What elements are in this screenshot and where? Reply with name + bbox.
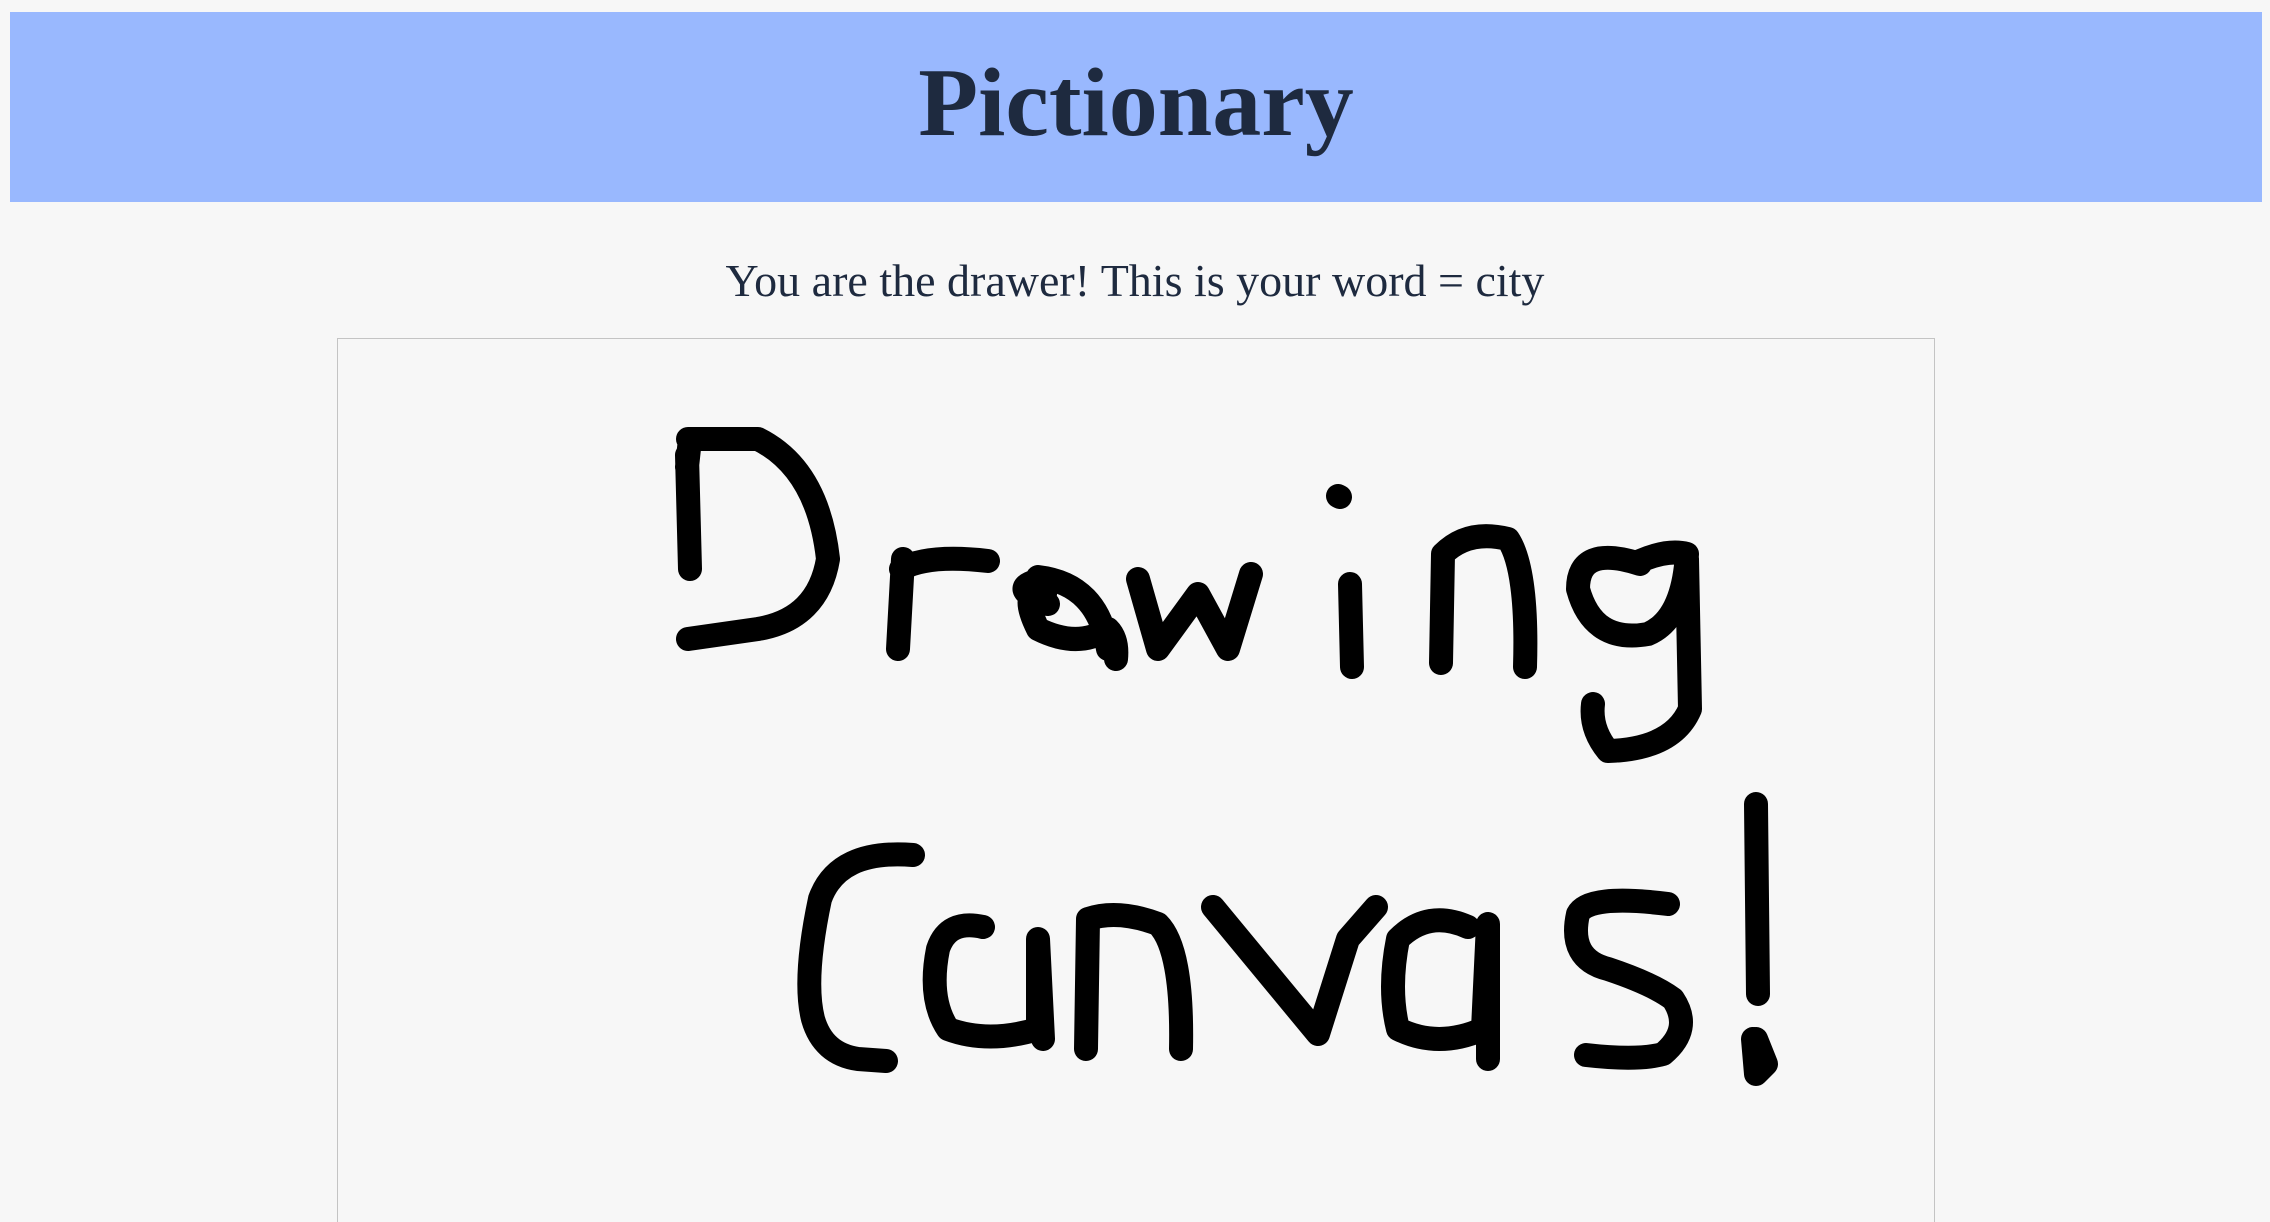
stroke-letter-a2 (922, 913, 1055, 1051)
header-bar: Pictionary (10, 12, 2262, 202)
stroke-letter-g (1566, 540, 1702, 763)
stroke-letter-s (1564, 888, 1693, 1070)
stroke-letter-w (1126, 562, 1263, 661)
drawing-canvas[interactable] (337, 338, 1935, 1222)
drawer-status-message: You are the drawer! This is your word = … (725, 255, 1545, 306)
stroke-letter-i-dot (1326, 484, 1352, 509)
stroke-letter-r (886, 546, 1000, 661)
stroke-letter-D (675, 427, 840, 651)
stroke-exclamation-bar (1744, 792, 1770, 1006)
stroke-letter-a3 (1381, 908, 1500, 1071)
app-title: Pictionary (918, 49, 1354, 157)
canvas-drawing-layer (675, 427, 1778, 1086)
handwritten-drawing (675, 427, 1778, 1086)
stroke-letter-a (1012, 565, 1129, 671)
stroke-letter-C (797, 842, 925, 1073)
stroke-exclamation-dot (1741, 1027, 1778, 1086)
stroke-letter-i (1338, 572, 1364, 679)
stroke-letter-v (1201, 895, 1388, 1046)
stroke-letter-n (1429, 524, 1538, 679)
page: Pictionary You are the drawer! This is y… (0, 0, 2270, 1222)
stroke-letter-n2 (1074, 903, 1194, 1061)
